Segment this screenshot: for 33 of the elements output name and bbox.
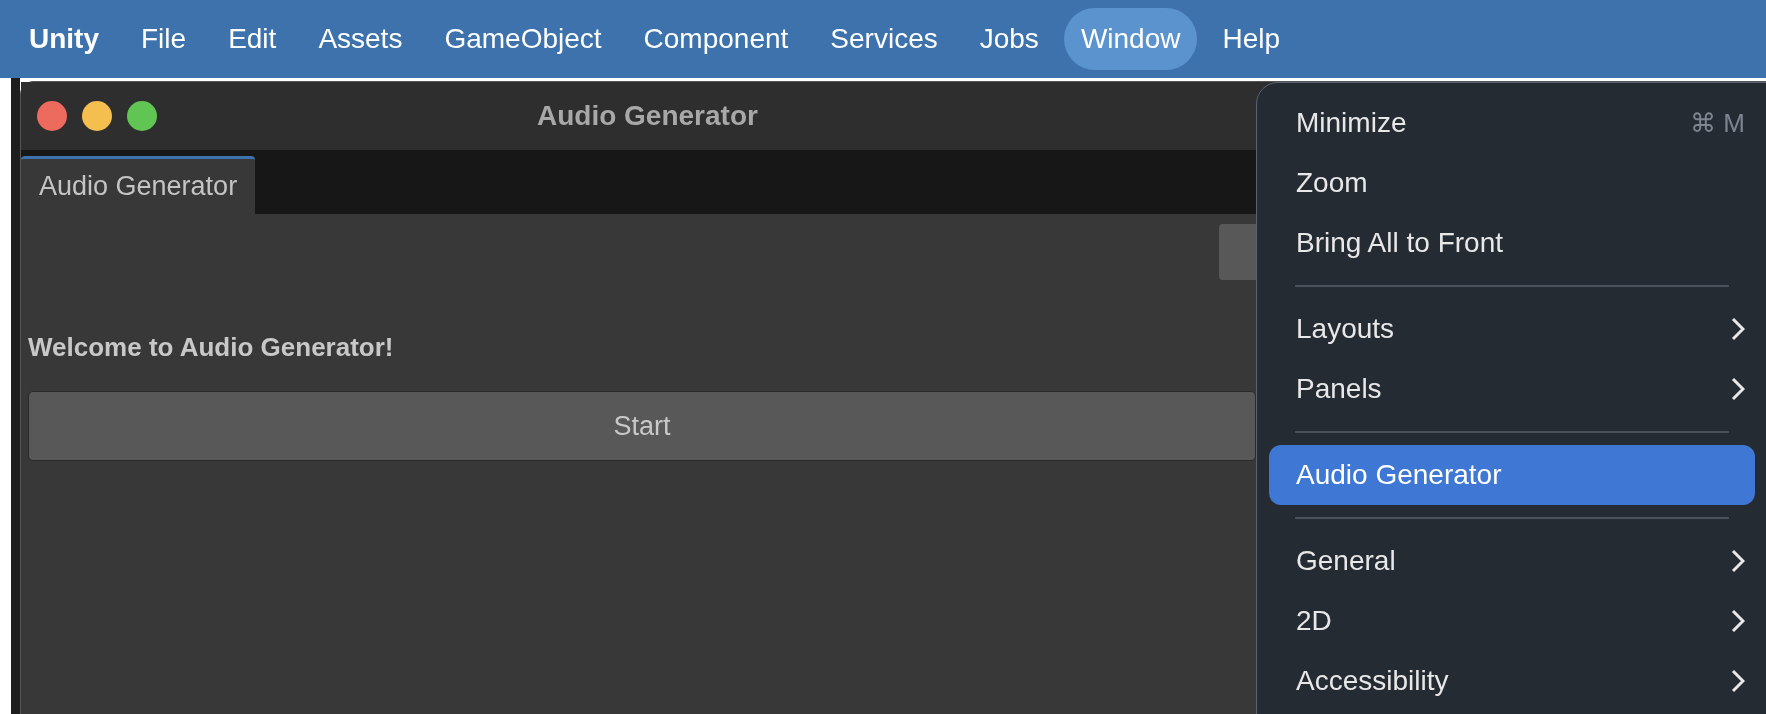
zoom-button[interactable] <box>127 101 157 131</box>
menu-item[interactable]: General <box>1269 531 1755 591</box>
chevron-right-icon <box>1731 317 1745 341</box>
menu-item[interactable]: Accessibility <box>1269 651 1755 711</box>
menu-bar-item[interactable]: Component <box>626 8 806 70</box>
menu-bar-item[interactable]: Assets <box>301 8 420 70</box>
welcome-label: Welcome to Audio Generator! <box>28 331 394 364</box>
minimize-button[interactable] <box>82 101 112 131</box>
menu-item[interactable]: Minimize ⌘ M <box>1269 93 1755 153</box>
menu-bar-item[interactable]: GameObject <box>427 8 619 70</box>
menu-item[interactable]: Panels <box>1269 359 1755 419</box>
chevron-right-icon <box>1731 609 1745 633</box>
menu-bar-item[interactable]: File <box>124 8 204 70</box>
menu-item[interactable]: Audio Generator <box>1269 445 1755 505</box>
toolbar-button[interactable] <box>1219 224 1259 280</box>
menu-bar-item[interactable]: Window <box>1063 8 1198 70</box>
menu-item[interactable]: Layouts <box>1269 299 1755 359</box>
start-button[interactable]: Start <box>28 391 1256 461</box>
menu-item[interactable]: Bring All to Front <box>1269 213 1755 273</box>
shortcut-label: ⌘ M <box>1690 106 1745 140</box>
menu-item[interactable]: Zoom <box>1269 153 1755 213</box>
chevron-right-icon <box>1731 669 1745 693</box>
chevron-right-icon <box>1731 377 1745 401</box>
menu-bar-item[interactable]: Edit <box>211 8 294 70</box>
menu-bar-item[interactable]: Help <box>1205 8 1298 70</box>
chevron-right-icon <box>1731 549 1745 573</box>
close-button[interactable] <box>37 101 67 131</box>
menu-bar-item[interactable]: Unity <box>12 8 116 70</box>
menu-bar-item[interactable]: Jobs <box>962 8 1056 70</box>
menu-item[interactable]: 2D <box>1269 591 1755 651</box>
menu-bar-item[interactable]: Services <box>813 8 955 70</box>
tab[interactable]: Audio Generator <box>21 156 256 214</box>
window-title: Audio Generator <box>537 99 758 133</box>
